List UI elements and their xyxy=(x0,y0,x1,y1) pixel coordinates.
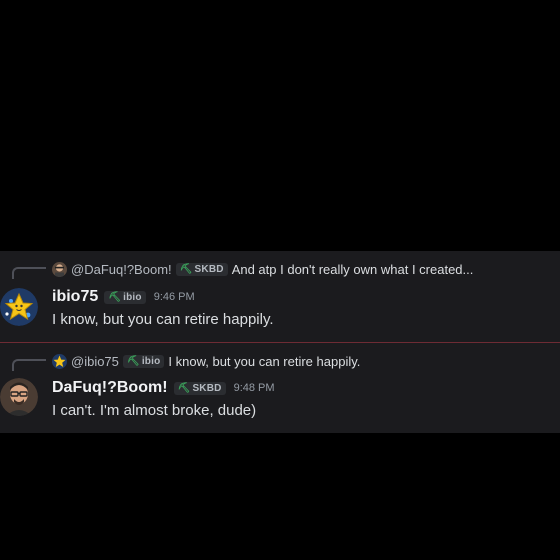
reply-author[interactable]: @DaFuq!?Boom! xyxy=(71,262,172,277)
reply-connector xyxy=(12,267,46,279)
pickaxe-icon: ⛏ xyxy=(177,382,191,394)
message-text: I know, but you can retire happily. xyxy=(52,311,274,328)
reply-tag: ⛏ SKBD xyxy=(175,263,228,276)
message-item[interactable]: @DaFuq!?Boom! ⛏ SKBD And atp I don't rea… xyxy=(0,251,560,341)
reply-text: And atp I don't really own what I create… xyxy=(231,262,474,277)
pickaxe-icon: ⛏ xyxy=(179,264,193,275)
reply-text: I know, but you can retire happily. xyxy=(168,354,361,369)
reply-tag-label: ibio xyxy=(141,356,161,367)
pickaxe-icon: ⛏ xyxy=(108,291,122,303)
author-tag: ⛏ SKBD xyxy=(173,381,226,395)
author-name[interactable]: DaFuq!?Boom! xyxy=(52,379,168,397)
reply-author[interactable]: @ibio75 xyxy=(71,354,119,369)
reply-preview[interactable]: @DaFuq!?Boom! ⛏ SKBD And atp I don't rea… xyxy=(52,262,473,277)
timestamp: 9:48 PM xyxy=(233,382,275,394)
message-header: DaFuq!?Boom! ⛏ SKBD 9:48 PM xyxy=(52,379,275,397)
message-header: ibio75 ⛏ ibio 9:46 PM xyxy=(52,288,195,306)
chat-log: @DaFuq!?Boom! ⛏ SKBD And atp I don't rea… xyxy=(0,251,560,433)
message-item[interactable]: @ibio75 ⛏ ibio I know, but you can retir… xyxy=(0,343,560,433)
author-tag-label: ibio xyxy=(123,291,142,303)
avatar[interactable] xyxy=(0,378,38,416)
reply-tag: ⛏ ibio xyxy=(122,355,165,368)
author-tag: ⛏ ibio xyxy=(104,290,146,304)
reply-avatar-icon xyxy=(52,262,67,277)
reply-avatar-icon xyxy=(52,354,67,369)
author-name[interactable]: ibio75 xyxy=(52,288,98,306)
reply-preview[interactable]: @ibio75 ⛏ ibio I know, but you can retir… xyxy=(52,354,360,369)
reply-tag-label: SKBD xyxy=(194,264,224,275)
avatar[interactable] xyxy=(0,288,38,326)
pickaxe-icon: ⛏ xyxy=(126,356,140,367)
author-tag-label: SKBD xyxy=(192,382,222,394)
timestamp: 9:46 PM xyxy=(153,291,195,303)
message-text: I can't. I'm almost broke, dude) xyxy=(52,402,257,419)
reply-connector xyxy=(12,359,46,371)
